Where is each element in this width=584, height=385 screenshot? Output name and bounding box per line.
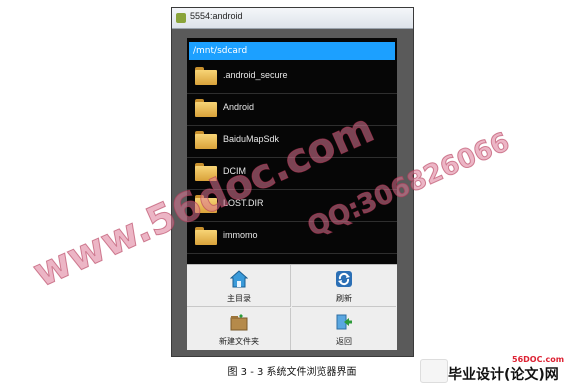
folder-icon	[195, 99, 217, 117]
footer-brand: 毕业设计(论文)网	[448, 367, 559, 383]
footer-site: 56DOC.com	[512, 355, 565, 364]
back-icon	[336, 314, 352, 330]
menu-new-folder-button[interactable]: 新建文件夹	[187, 308, 291, 350]
folder-icon	[195, 131, 217, 149]
folder-icon	[195, 163, 217, 181]
file-name: LOST.DIR	[223, 198, 264, 208]
refresh-icon	[336, 271, 352, 287]
window-title: 5554:android	[190, 11, 243, 21]
options-menu: 主目录 刷新 新建文件夹 返回	[187, 264, 397, 350]
menu-back-button[interactable]: 返回	[292, 308, 396, 350]
current-path-bar: /mnt/sdcard	[189, 42, 395, 60]
file-name: .android_secure	[223, 70, 288, 80]
menu-label: 刷新	[336, 294, 352, 303]
file-name: DCIM	[223, 166, 246, 176]
menu-label: 返回	[336, 337, 352, 346]
folder-icon	[195, 227, 217, 245]
folder-icon	[195, 67, 217, 85]
file-name: Android	[223, 102, 255, 112]
file-row-baidumapsdk[interactable]: BaiduMapSdk	[187, 126, 397, 158]
file-name: BaiduMapSdk	[223, 134, 280, 144]
file-row-lost-dir[interactable]: LOST.DIR	[187, 190, 397, 222]
home-icon	[230, 270, 248, 288]
file-name: immomo	[223, 230, 258, 240]
footer-logo: 56DOC.com 毕业设计(论文)网	[420, 355, 580, 383]
menu-label: 新建文件夹	[219, 337, 259, 346]
file-row-immomo[interactable]: immomo	[187, 222, 397, 254]
file-row-dcim[interactable]: DCIM	[187, 158, 397, 190]
menu-refresh-button[interactable]: 刷新	[292, 265, 396, 307]
device-screen: /mnt/sdcard .android_secure Android Baid…	[187, 38, 397, 350]
menu-home-button[interactable]: 主目录	[187, 265, 291, 307]
menu-label: 主目录	[227, 294, 251, 303]
new-folder-icon	[230, 314, 248, 331]
file-row-android-secure[interactable]: .android_secure	[187, 62, 397, 94]
file-row-android[interactable]: Android	[187, 94, 397, 126]
logo-badge-icon	[420, 359, 448, 383]
emulator-window: 5554:android /mnt/sdcard .android_secure…	[171, 7, 414, 357]
folder-icon	[195, 195, 217, 213]
window-titlebar[interactable]: 5554:android	[172, 8, 413, 29]
android-app-icon	[176, 13, 186, 23]
file-list: .android_secure Android BaiduMapSdk DCIM…	[187, 62, 397, 254]
